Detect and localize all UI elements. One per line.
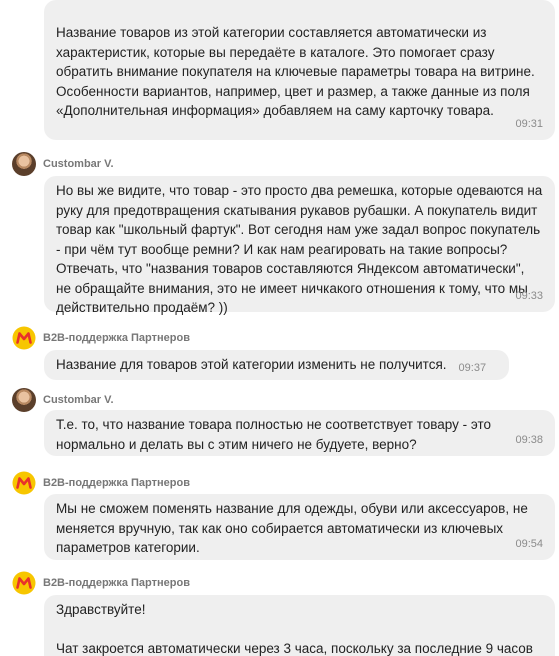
user-avatar-icon[interactable]	[12, 388, 36, 412]
message-time: 09:31	[515, 117, 543, 130]
message-sender: B2B-поддержка Партнеров	[12, 326, 190, 350]
message-bubble: Название для товаров этой категории изме…	[44, 350, 509, 380]
message-time: 09:37	[458, 362, 487, 374]
message-bubble: Здравствуйте! Чат закроется автоматическ…	[44, 595, 555, 656]
message-bubble: Т.е. то, что название товара полностью н…	[44, 410, 555, 456]
message-sender: B2B-поддержка Партнеров	[12, 471, 190, 495]
message-time: 09:54	[515, 537, 543, 550]
message-bubble: Но вы же видите, что товар - это просто …	[44, 176, 555, 315]
message-bubble: Мы не сможем поменять название для одежд…	[44, 494, 555, 560]
message-time: 09:33	[515, 289, 543, 302]
sender-name: B2B-поддержка Партнеров	[43, 332, 190, 344]
message-sender: B2B-поддержка Партнеров	[12, 571, 190, 595]
message-text: Название товаров из этой категории соста…	[56, 25, 539, 118]
message-text: Название для товаров этой категории изме…	[56, 357, 447, 372]
message-bubble: Название товаров из этой категории соста…	[44, 0, 555, 140]
user-avatar-icon[interactable]	[12, 152, 36, 176]
message-text: Мы не сможем поменять название для одежд…	[56, 501, 532, 555]
yandex-market-logo-icon[interactable]	[12, 571, 36, 595]
sender-name: B2B-поддержка Партнеров	[43, 577, 190, 589]
message-text: Здравствуйте! Чат закроется автоматическ…	[56, 602, 533, 656]
sender-name: B2B-поддержка Партнеров	[43, 477, 190, 489]
sender-name: Custombar V.	[43, 158, 114, 170]
yandex-market-logo-icon[interactable]	[12, 471, 36, 495]
chat-thread: Название товаров из этой категории соста…	[0, 0, 559, 656]
message-time: 09:38	[515, 433, 543, 446]
sender-name: Custombar V.	[43, 394, 114, 406]
message-text: Но вы же видите, что товар - это просто …	[56, 183, 547, 315]
message-text: Т.е. то, что название товара полностью н…	[56, 417, 495, 452]
message-sender: Custombar V.	[12, 152, 114, 176]
message-sender: Custombar V.	[12, 388, 114, 412]
yandex-market-logo-icon[interactable]	[12, 326, 36, 350]
